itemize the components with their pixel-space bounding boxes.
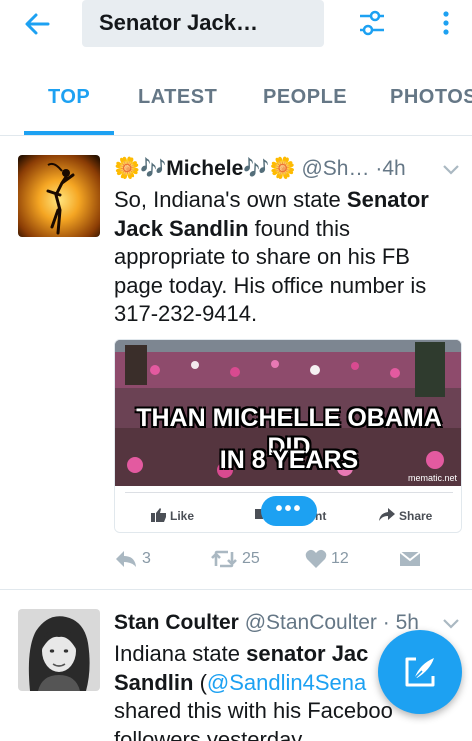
author-handle[interactable]: @Sh… bbox=[301, 157, 369, 180]
mention-link[interactable]: @Sandlin4Sena bbox=[207, 670, 366, 695]
top-bar: Senator Jack… bbox=[0, 0, 472, 56]
dm-icon bbox=[399, 551, 421, 566]
filter-icon bbox=[360, 10, 384, 36]
tweet-header: 🌼🎶Michele🎶🌼 @Sh… ·4h bbox=[114, 157, 406, 181]
chevron-down-icon[interactable] bbox=[441, 163, 461, 177]
compose-icon bbox=[405, 657, 435, 687]
dm-button[interactable] bbox=[398, 549, 426, 569]
fb-share-action: Share bbox=[379, 508, 432, 523]
more-vertical-icon bbox=[443, 11, 449, 35]
avatar-image bbox=[18, 155, 100, 237]
retweet-icon bbox=[211, 550, 237, 568]
like-button[interactable]: 12 bbox=[305, 549, 349, 569]
share-arrow-icon bbox=[379, 508, 395, 521]
meme-credit: mematic.net bbox=[407, 473, 457, 483]
search-input[interactable]: Senator Jack… bbox=[82, 0, 324, 47]
tab-top[interactable]: TOP bbox=[48, 86, 90, 109]
retweet-button[interactable]: 25 bbox=[210, 549, 260, 569]
tweet-text: So, Indiana's own state Senator Jack San… bbox=[114, 187, 429, 326]
tweet-media[interactable]: THAN MICHELLE OBAMA DID IN 8 YEARS memat… bbox=[114, 339, 462, 533]
thumbs-up-icon bbox=[151, 508, 166, 522]
author-name[interactable]: Stan Coulter bbox=[114, 611, 239, 634]
tweet-actions: 3 25 12 bbox=[114, 549, 464, 575]
media-more-pill[interactable]: ••• bbox=[261, 496, 317, 526]
search-tabs: TOP LATEST PEOPLE PHOTOS bbox=[0, 56, 472, 136]
separator-dot: · bbox=[382, 611, 390, 634]
tweet-time: 4h bbox=[382, 157, 406, 180]
compose-button[interactable] bbox=[378, 630, 462, 714]
back-arrow-icon bbox=[25, 13, 50, 35]
avatar[interactable] bbox=[18, 609, 100, 691]
facebook-action-bar: Like nt Share ••• bbox=[115, 486, 461, 532]
fb-like-action: Like bbox=[151, 508, 194, 523]
avatar-image bbox=[18, 609, 100, 691]
author-handle[interactable]: @StanCoulter bbox=[245, 611, 377, 634]
active-tab-indicator bbox=[24, 131, 114, 135]
tab-people[interactable]: PEOPLE bbox=[263, 86, 347, 109]
divider bbox=[125, 492, 453, 493]
reply-button[interactable]: 3 bbox=[114, 549, 151, 569]
avatar[interactable] bbox=[18, 155, 100, 237]
author-name[interactable]: 🌼🎶Michele🎶🌼 bbox=[114, 157, 296, 180]
heart-icon bbox=[305, 549, 327, 568]
more-options-button[interactable] bbox=[436, 6, 456, 40]
meme-caption-line2: IN 8 YEARS bbox=[219, 446, 359, 474]
tab-photos[interactable]: PHOTOS bbox=[390, 86, 472, 109]
filter-button[interactable] bbox=[355, 6, 389, 40]
tab-latest[interactable]: LATEST bbox=[138, 86, 217, 109]
back-button[interactable] bbox=[22, 6, 62, 42]
tweet-header: Stan Coulter @StanCoulter · 5h bbox=[114, 611, 419, 635]
reply-icon bbox=[116, 551, 136, 567]
chevron-down-icon[interactable] bbox=[441, 617, 461, 631]
